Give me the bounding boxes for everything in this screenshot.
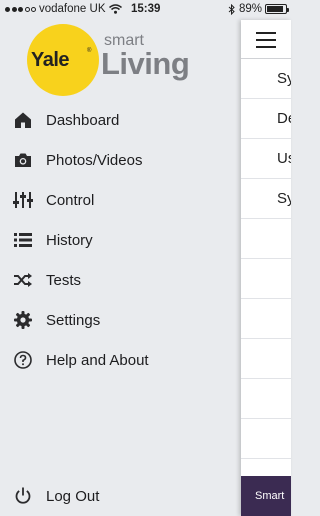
sliders-icon [12, 189, 34, 211]
panel-row[interactable]: Us [241, 139, 291, 179]
power-icon [12, 485, 34, 507]
panel-row[interactable]: Sy [241, 179, 291, 219]
menu-label: Tests [46, 271, 82, 289]
status-right: 89% [228, 3, 289, 15]
list-icon [12, 229, 34, 251]
menu-label: Photos/Videos [46, 151, 143, 169]
main-content-panel[interactable]: Sy De Us Sy Smart [241, 20, 291, 516]
menu-label: Dashboard [46, 111, 120, 129]
logo-living: Living [101, 46, 190, 81]
menu-item-tests[interactable]: Tests [0, 260, 240, 300]
signal-icon [5, 6, 36, 12]
menu-item-help-about[interactable]: Help and About [0, 340, 240, 380]
panel-row[interactable]: Sy [241, 59, 291, 99]
yale-smart-living-logo: Yale ® smart Living [27, 24, 197, 96]
hamburger-menu-icon[interactable] [256, 32, 276, 48]
bluetooth-icon [228, 3, 235, 15]
menu-item-dashboard[interactable]: Dashboard [0, 100, 240, 140]
status-bar: vodafone UK 15:39 89% [0, 0, 291, 20]
logout-button[interactable]: Log Out [0, 476, 240, 516]
menu-label: Settings [46, 311, 101, 329]
gear-icon [12, 309, 34, 331]
clock: 15:39 [131, 3, 161, 15]
battery-icon [265, 4, 289, 14]
menu-item-settings[interactable]: Settings [0, 300, 240, 340]
menu-label: Control [46, 191, 95, 209]
menu-item-history[interactable]: History [0, 220, 240, 260]
panel-row-empty [241, 299, 291, 339]
question-icon [12, 349, 34, 371]
menu-label: Help and About [46, 351, 149, 369]
logo-brand: Yale [31, 49, 70, 71]
carrier-name: vodafone UK [39, 3, 106, 15]
panel-row[interactable]: De [241, 99, 291, 139]
menu-item-control[interactable]: Control [0, 180, 240, 220]
panel-row-empty [241, 219, 291, 259]
panel-row-empty [241, 259, 291, 299]
menu-label: History [46, 231, 93, 249]
logout-label: Log Out [46, 487, 100, 505]
wifi-icon [108, 4, 122, 14]
panel-row-empty [241, 379, 291, 419]
carrier-info: vodafone UK [5, 3, 122, 15]
camera-icon [12, 149, 34, 171]
battery-percent: 89% [238, 3, 262, 15]
menu-item-photos-videos[interactable]: Photos/Videos [0, 140, 240, 180]
panel-row-empty [241, 419, 291, 459]
panel-row-empty [241, 339, 291, 379]
panel-footer-banner[interactable]: Smart [241, 476, 291, 516]
logo-registered: ® [87, 48, 92, 54]
home-icon [12, 109, 34, 131]
shuffle-icon [12, 269, 34, 291]
